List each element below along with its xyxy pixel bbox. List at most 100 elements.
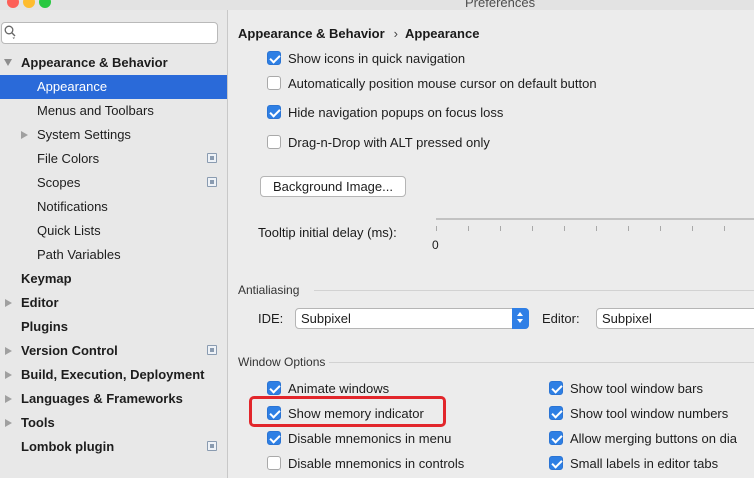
sidebar-item-plugins[interactable]: Plugins	[0, 315, 227, 339]
editor-antialiasing-label: Editor:	[542, 311, 580, 326]
window-options-section-title: Window Options	[238, 355, 326, 369]
sidebar-item-lombok-plugin[interactable]: Lombok plugin	[0, 435, 227, 459]
slider-tick	[692, 226, 693, 231]
search-icon	[4, 25, 16, 39]
chevron-right-icon[interactable]	[5, 299, 12, 307]
sidebar-item-label: Tools	[21, 415, 55, 430]
sidebar-item-label: Keymap	[21, 271, 72, 286]
checkbox-label: Small labels in editor tabs	[570, 455, 719, 471]
sidebar-item-system-settings[interactable]: System Settings	[0, 123, 227, 147]
checkbox-checked-icon[interactable]	[549, 431, 563, 445]
chevron-right-icon[interactable]	[5, 419, 12, 427]
checkbox-drag-n-drop-alt[interactable]: Drag-n-Drop with ALT pressed only	[267, 132, 490, 152]
chevron-right-icon[interactable]	[5, 395, 12, 403]
editor-antialiasing-select[interactable]: Subpixel	[596, 308, 754, 329]
slider-min-label: 0	[432, 238, 439, 252]
project-scope-icon	[207, 153, 217, 163]
sidebar-item-label: Appearance & Behavior	[21, 55, 168, 70]
checkbox-checked-icon[interactable]	[267, 381, 281, 395]
checkbox-checked-icon[interactable]	[549, 406, 563, 420]
checkbox-allow-merging-buttons[interactable]: Allow merging buttons on dia	[549, 428, 737, 448]
checkbox-checked-icon[interactable]	[549, 456, 563, 470]
checkbox-label: Hide navigation popups on focus loss	[288, 104, 504, 120]
checkbox-auto-position-mouse-cursor[interactable]: Automatically position mouse cursor on d…	[267, 73, 597, 93]
checkbox-unchecked-icon[interactable]	[267, 135, 281, 149]
checkbox-label: Show tool window bars	[570, 380, 703, 396]
chevron-down-icon[interactable]	[4, 59, 12, 66]
slider-tick	[436, 226, 437, 231]
sidebar-item-version-control[interactable]: Version Control	[0, 339, 227, 363]
ide-antialiasing-select[interactable]: Subpixel	[295, 308, 529, 329]
section-divider	[329, 362, 754, 363]
zoom-window-button[interactable]	[39, 0, 51, 8]
search-input[interactable]	[1, 22, 218, 44]
sidebar-item-notifications[interactable]: Notifications	[0, 195, 227, 219]
breadcrumb-separator-icon: ›	[393, 26, 399, 41]
sidebar-item-file-colors[interactable]: File Colors	[0, 147, 227, 171]
sidebar-item-languages-frameworks[interactable]: Languages & Frameworks	[0, 387, 227, 411]
annotation-highlight-box	[249, 396, 446, 427]
sidebar-item-quick-lists[interactable]: Quick Lists	[0, 219, 227, 243]
sidebar-item-keymap[interactable]: Keymap	[0, 267, 227, 291]
sidebar-item-label: Plugins	[21, 319, 68, 334]
checkbox-checked-icon[interactable]	[267, 431, 281, 445]
checkbox-checked-icon[interactable]	[549, 381, 563, 395]
breadcrumb-parent: Appearance & Behavior	[238, 26, 385, 41]
slider-tick	[532, 226, 533, 231]
sidebar-item-label: Lombok plugin	[21, 439, 115, 454]
checkbox-show-tool-window-numbers[interactable]: Show tool window numbers	[549, 403, 728, 423]
checkbox-label: Disable mnemonics in controls	[288, 455, 465, 471]
ide-antialiasing-label: IDE:	[258, 311, 284, 326]
settings-sidebar: Appearance & Behavior Appearance Menus a…	[0, 10, 228, 478]
sidebar-item-build-execution-deployment[interactable]: Build, Execution, Deployment	[0, 363, 227, 387]
checkbox-show-icons-quick-navigation[interactable]: Show icons in quick navigation	[267, 48, 465, 68]
checkbox-unchecked-icon[interactable]	[267, 76, 281, 90]
checkbox-checked-icon[interactable]	[267, 105, 281, 119]
window-titlebar: Preferences	[0, 0, 754, 10]
project-scope-icon	[207, 177, 217, 187]
checkbox-disable-mnemonics-controls[interactable]: Disable mnemonics in controls	[267, 453, 464, 473]
checkbox-label: Show icons in quick navigation	[288, 50, 466, 66]
sidebar-item-label: Path Variables	[37, 247, 121, 262]
chevron-right-icon[interactable]	[5, 371, 12, 379]
sidebar-item-label: Editor	[21, 295, 59, 310]
sidebar-item-menus-toolbars[interactable]: Menus and Toolbars	[0, 99, 227, 123]
sidebar-item-label: Appearance	[37, 79, 108, 94]
sidebar-item-label: Version Control	[21, 343, 118, 358]
close-window-button[interactable]	[7, 0, 19, 8]
slider-tick	[724, 226, 725, 231]
sidebar-item-label: Notifications	[37, 199, 108, 214]
sidebar-item-appearance-behavior[interactable]: Appearance & Behavior	[0, 51, 227, 75]
chevron-right-icon[interactable]	[21, 131, 28, 139]
checkbox-animate-windows[interactable]: Animate windows	[267, 378, 389, 398]
sidebar-item-label: Menus and Toolbars	[37, 103, 154, 118]
slider-tick	[628, 226, 629, 231]
minimize-window-button[interactable]	[23, 0, 35, 8]
tooltip-delay-label: Tooltip initial delay (ms):	[258, 225, 397, 240]
sidebar-item-tools[interactable]: Tools	[0, 411, 227, 435]
project-scope-icon	[207, 345, 217, 355]
checkbox-small-labels-editor-tabs[interactable]: Small labels in editor tabs	[549, 453, 718, 473]
sidebar-item-label: Languages & Frameworks	[21, 391, 183, 406]
checkbox-disable-mnemonics-menu[interactable]: Disable mnemonics in menu	[267, 428, 451, 448]
sidebar-item-scopes[interactable]: Scopes	[0, 171, 227, 195]
select-stepper-icon[interactable]	[512, 308, 529, 329]
slider-tick	[468, 226, 469, 231]
sidebar-item-label: Quick Lists	[37, 223, 101, 238]
sidebar-item-editor[interactable]: Editor	[0, 291, 227, 315]
sidebar-item-appearance[interactable]: Appearance	[0, 75, 227, 99]
slider-tick	[660, 226, 661, 231]
checkbox-show-tool-window-bars[interactable]: Show tool window bars	[549, 378, 703, 398]
tooltip-delay-slider[interactable]	[436, 218, 754, 220]
background-image-button[interactable]: Background Image...	[260, 176, 406, 197]
sidebar-item-path-variables[interactable]: Path Variables	[0, 243, 227, 267]
checkbox-label: Disable mnemonics in menu	[288, 430, 452, 446]
breadcrumb: Appearance & Behavior › Appearance	[238, 26, 479, 41]
checkbox-unchecked-icon[interactable]	[267, 456, 281, 470]
antialiasing-section-title: Antialiasing	[238, 283, 300, 297]
breadcrumb-current: Appearance	[405, 26, 480, 41]
checkbox-hide-navigation-popups[interactable]: Hide navigation popups on focus loss	[267, 102, 503, 122]
checkbox-checked-icon[interactable]	[267, 51, 281, 65]
chevron-right-icon[interactable]	[5, 347, 12, 355]
project-scope-icon	[207, 441, 217, 451]
